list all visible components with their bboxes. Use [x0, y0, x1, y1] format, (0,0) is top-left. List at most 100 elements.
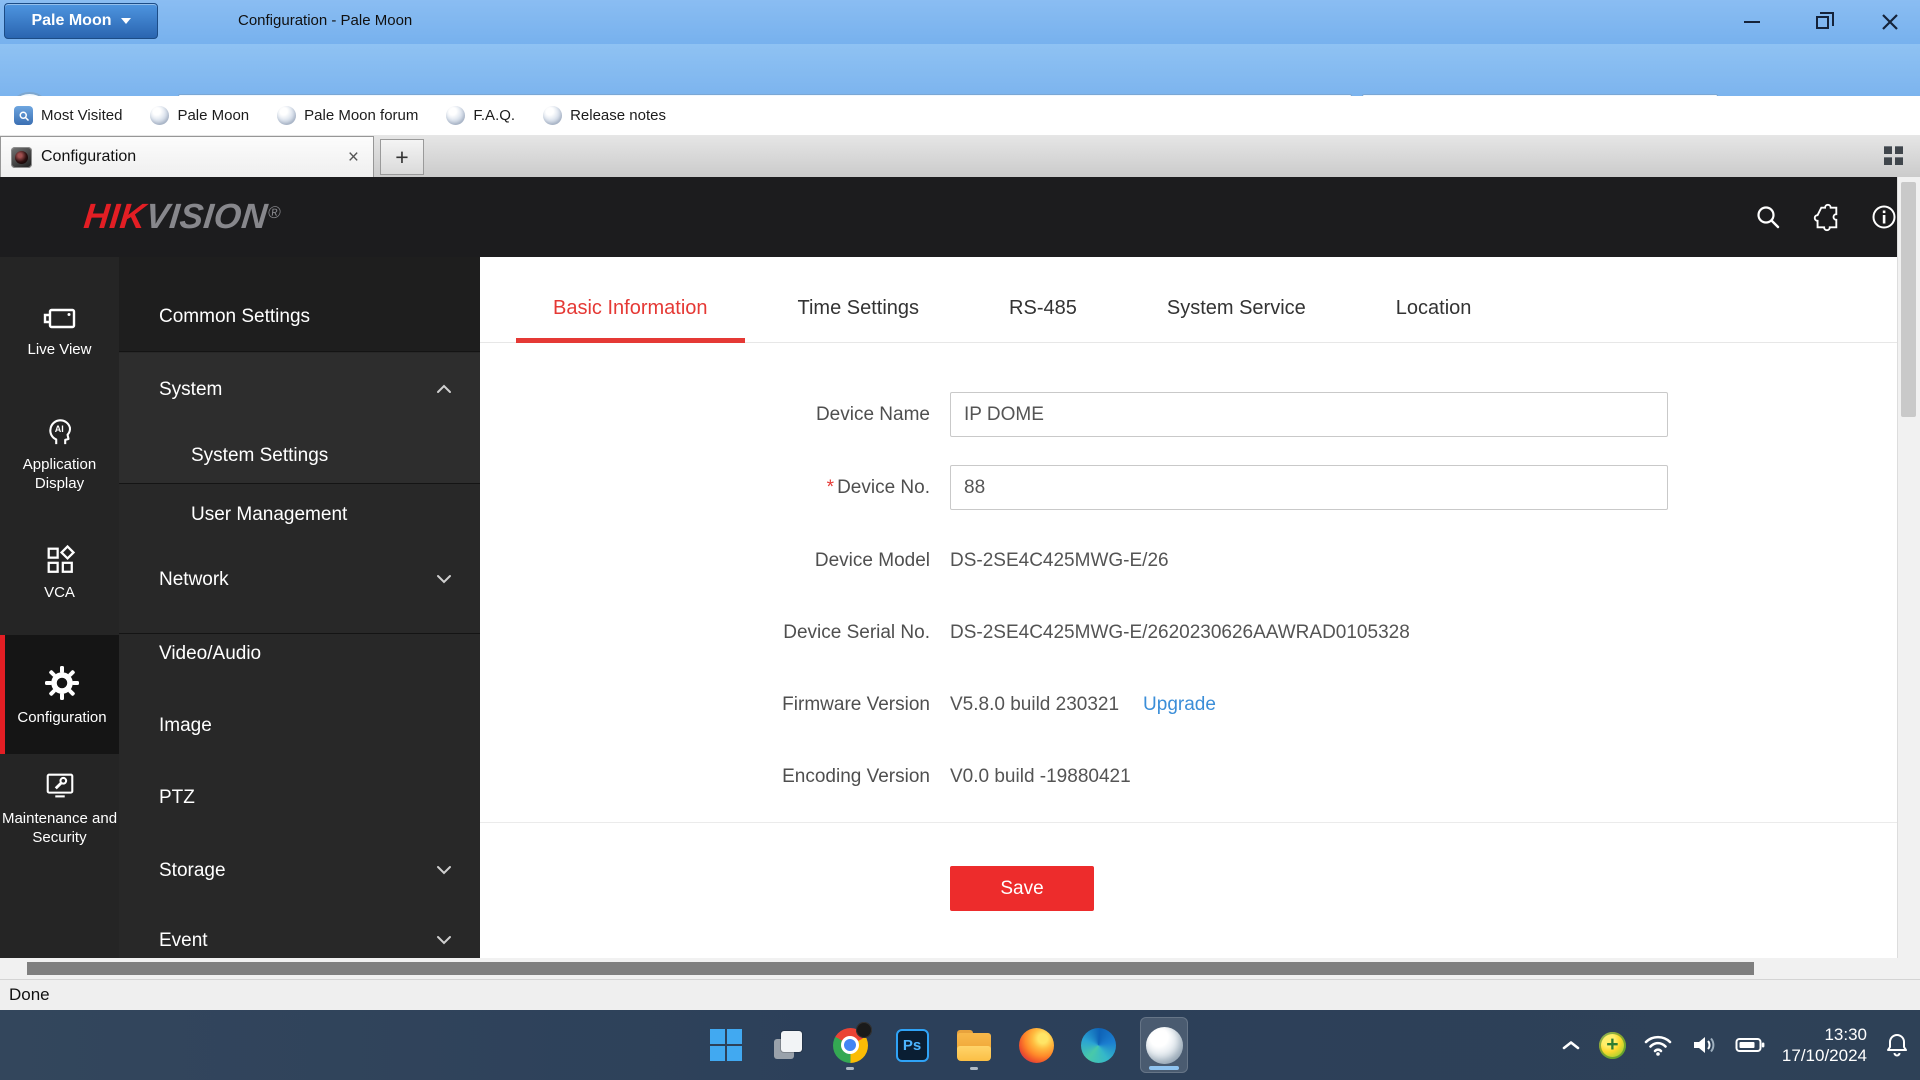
battery-icon[interactable] [1735, 1033, 1765, 1057]
tab-location[interactable]: Location [1359, 275, 1509, 342]
encoding-label: Encoding Version [782, 765, 930, 787]
antivirus-tray-icon[interactable]: + [1598, 1031, 1626, 1059]
device-no-label: * Device No. [826, 476, 930, 498]
horizontal-scrollbar-thumb[interactable] [27, 962, 1754, 975]
notification-bell-icon[interactable] [1884, 1032, 1910, 1058]
device-model-row: Device Model DS-2SE4C425MWG-E/26 [480, 538, 1897, 583]
firmware-value: V5.8.0 build 230321 Upgrade [950, 693, 1216, 715]
most-visited-icon [14, 106, 33, 125]
firmware-row: Firmware Version V5.8.0 build 230321 Upgr… [480, 682, 1897, 727]
tab-close-icon[interactable]: × [344, 148, 363, 167]
search-icon [1757, 206, 1780, 229]
tray-chevron-up-icon[interactable] [1560, 1038, 1582, 1052]
vertical-scrollbar-thumb[interactable] [1901, 182, 1916, 417]
menu-storage[interactable]: Storage [119, 851, 480, 891]
nav-label: Maintenance and Security [1, 810, 118, 846]
menu-system-settings[interactable]: System Settings [119, 436, 480, 476]
header-info-button[interactable] [1868, 201, 1900, 233]
close-button[interactable] [1858, 0, 1920, 44]
bookmark-release-notes[interactable]: Release notes [543, 106, 666, 125]
menu-video-audio[interactable]: Video/Audio [119, 634, 480, 674]
svg-text:AI: AI [54, 424, 63, 434]
sphere-icon [150, 106, 170, 125]
horizontal-scrollbar [0, 958, 1920, 979]
header-plugin-button[interactable] [1810, 201, 1842, 233]
minimize-button[interactable] [1720, 0, 1784, 44]
bookmark-label: Most Visited [41, 107, 123, 124]
menu-image[interactable]: Image [119, 706, 480, 746]
list-all-tabs-icon[interactable] [1884, 146, 1906, 167]
menu-user-management[interactable]: User Management [119, 495, 480, 535]
maintenance-wrench-icon [46, 773, 73, 798]
nav-maintenance-security[interactable]: Maintenance and Security [0, 770, 119, 847]
volume-icon[interactable] [1690, 1033, 1718, 1057]
start-button[interactable] [706, 1017, 746, 1073]
restore-button[interactable] [1790, 0, 1854, 44]
menu-network[interactable]: Network [119, 560, 480, 600]
bookmark-pale-moon-forum[interactable]: Pale Moon forum [277, 106, 418, 125]
status-text: Done [9, 985, 50, 1004]
sphere-icon [277, 106, 297, 125]
tab-time-settings[interactable]: Time Settings [761, 275, 957, 342]
device-serial-row: Device Serial No. DS-2SE4C425MWG-E/26202… [480, 610, 1897, 655]
taskbar-center-icons: Ps [706, 1014, 1188, 1076]
close-icon [1882, 14, 1898, 30]
nav-configuration-active[interactable]: Configuration [0, 635, 119, 754]
tab-basic-information[interactable]: Basic Information [516, 275, 745, 343]
tab-system-service[interactable]: System Service [1130, 275, 1343, 342]
palemoon-taskbar-button[interactable] [1140, 1017, 1188, 1073]
ai-head-icon: AI [48, 419, 71, 445]
tab-configuration[interactable]: Configuration × [0, 136, 374, 177]
photoshop-taskbar-button[interactable]: Ps [892, 1017, 932, 1073]
nav-label: Application Display [22, 456, 97, 492]
taskbar-clock[interactable]: 13:30 17/10/2024 [1782, 1024, 1867, 1066]
encoding-value: V0.0 build -19880421 [950, 765, 1131, 787]
menu-system[interactable]: System [119, 370, 480, 410]
new-tab-button[interactable]: + [380, 139, 424, 175]
file-explorer-taskbar-button[interactable] [954, 1017, 994, 1073]
bookmark-label: Pale Moon forum [304, 107, 419, 124]
device-serial-value: DS-2SE4C425MWG-E/2620230626AAWRAD0105328 [950, 621, 1410, 643]
vertical-scrollbar [1897, 177, 1920, 958]
palemoon-app-menu-button[interactable]: Pale Moon [4, 3, 158, 39]
save-button[interactable]: Save [950, 866, 1094, 911]
bookmark-pale-moon[interactable]: Pale Moon [150, 106, 249, 125]
window-title: Configuration - Pale Moon [238, 12, 413, 29]
camera-icon [43, 308, 75, 329]
chrome-taskbar-button[interactable] [830, 1017, 872, 1073]
gear-icon [45, 666, 79, 700]
windows-logo-icon [710, 1029, 742, 1061]
device-name-input[interactable] [950, 392, 1668, 437]
header-search-button[interactable] [1752, 201, 1784, 233]
wifi-icon[interactable] [1643, 1033, 1673, 1057]
menu-common-settings[interactable]: Common Settings [119, 297, 480, 337]
upgrade-link[interactable]: Upgrade [1143, 694, 1216, 715]
edge-taskbar-button[interactable] [1078, 1017, 1118, 1073]
clock-time: 13:30 [1824, 1025, 1867, 1044]
form-divider [480, 822, 1897, 823]
bookmark-most-visited[interactable]: Most Visited [14, 106, 122, 125]
content-tabs: Basic Information Time Settings RS-485 S… [480, 275, 1897, 343]
menu-ptz[interactable]: PTZ [119, 778, 480, 818]
device-model-label: Device Model [814, 549, 930, 571]
bookmarks-toolbar: Most Visited Pale Moon Pale Moon forum F… [0, 96, 1920, 135]
task-view-button[interactable] [768, 1017, 808, 1073]
nav-vca[interactable]: VCA [0, 544, 119, 602]
nav-application-display[interactable]: AI Application Display [0, 412, 119, 493]
menu-event[interactable]: Event [119, 921, 480, 958]
app-menu-label: Pale Moon [31, 12, 112, 29]
chrome-extension-badge [855, 1021, 872, 1038]
settings-menu: Common Settings System System Settings U… [119, 257, 480, 958]
left-nav-rail: Live View AI Application Display VCA Con… [0, 257, 119, 958]
nav-label: Configuration [17, 709, 107, 726]
device-no-input[interactable] [950, 465, 1668, 510]
firefox-taskbar-button[interactable] [1016, 1017, 1056, 1073]
status-bar: Done [0, 979, 1920, 1010]
required-asterisk: * [826, 476, 835, 498]
tab-rs485[interactable]: RS-485 [972, 275, 1114, 342]
device-model-value: DS-2SE4C425MWG-E/26 [950, 549, 1169, 571]
device-name-label: Device Name [815, 403, 930, 425]
nav-live-view[interactable]: Live View [0, 303, 119, 359]
bookmark-faq[interactable]: F.A.Q. [446, 106, 515, 125]
nav-label: VCA [44, 584, 75, 601]
